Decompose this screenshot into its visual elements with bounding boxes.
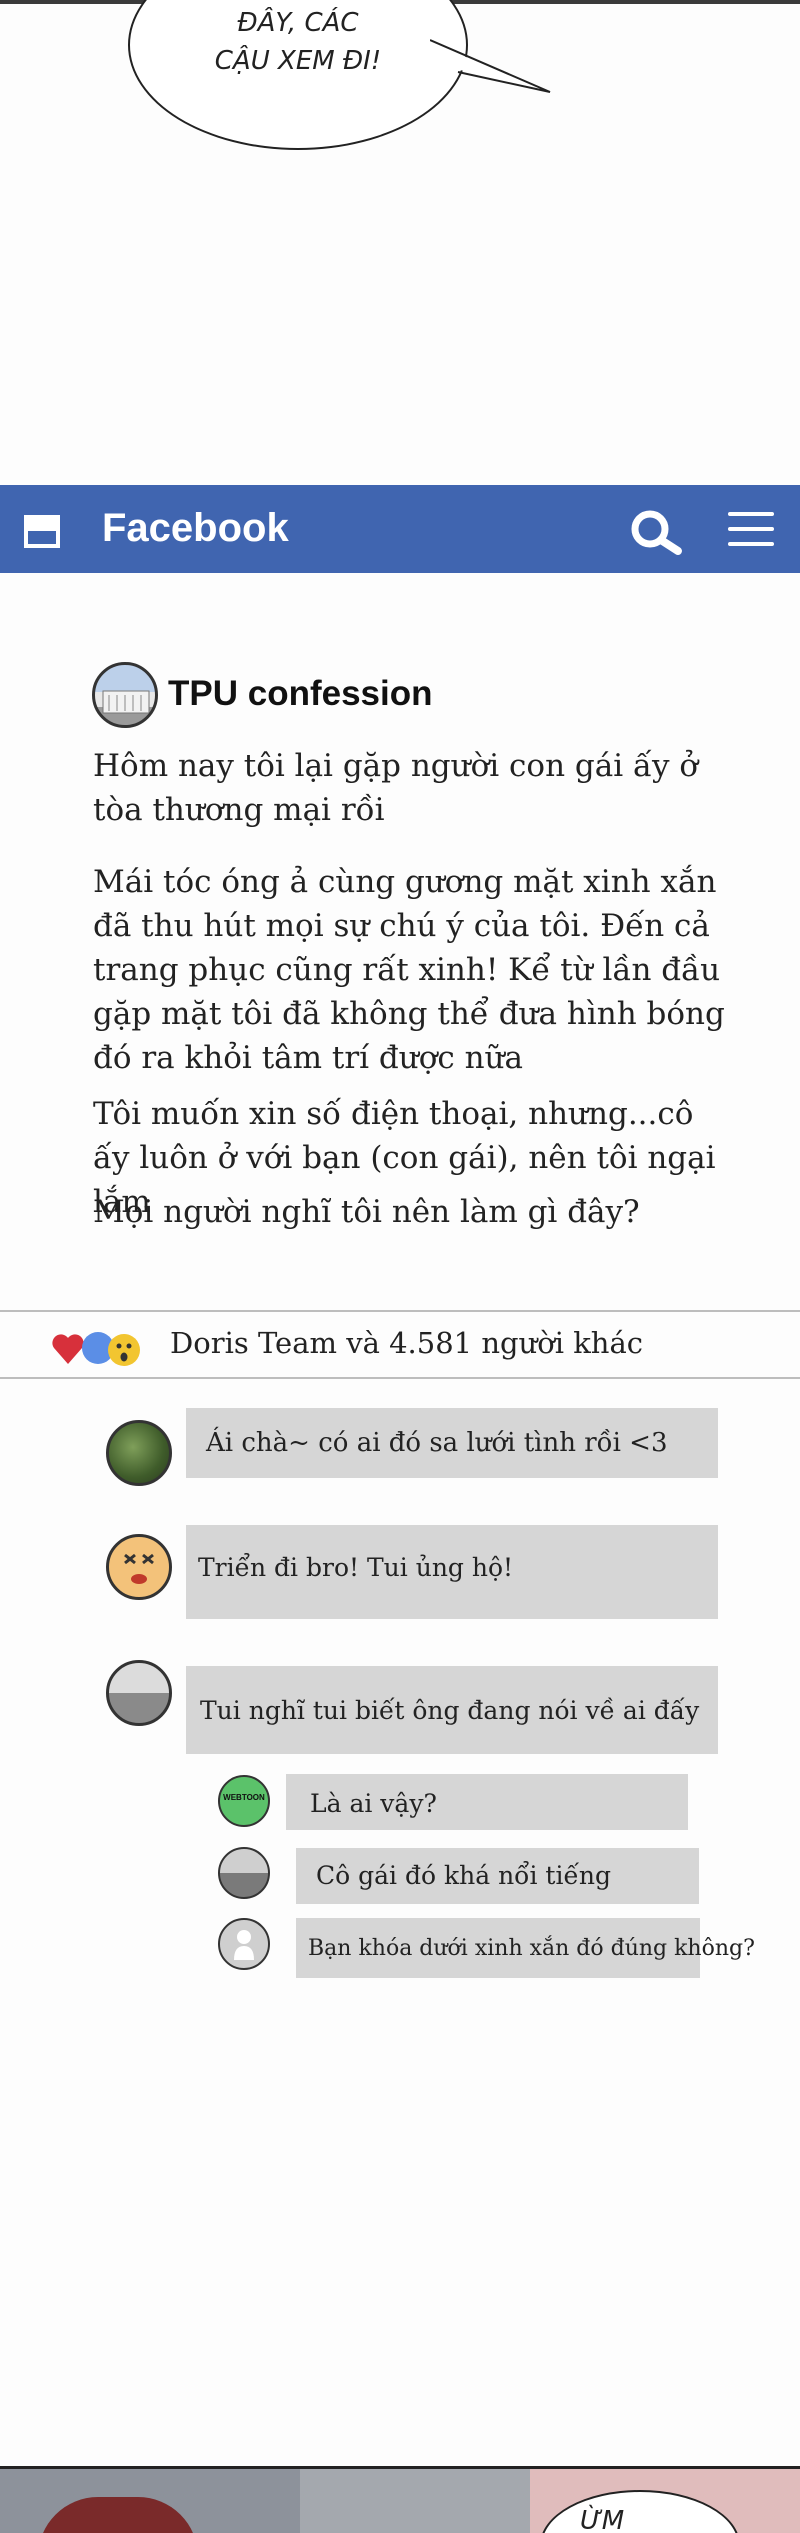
default-user-icon [234,1930,254,1960]
app-logo-icon[interactable] [24,515,60,548]
page-avatar[interactable] [92,662,158,728]
speech-line: CẬU XEM ĐI! [214,46,382,76]
heart-icon [52,1334,84,1364]
comment-text: Triển đi bro! Tui ủng hộ! [198,1553,514,1582]
post-author[interactable]: TPU confession [168,674,432,714]
commenter-avatar[interactable] [106,1420,172,1486]
dizzy-face-icon [124,1553,154,1584]
post-paragraph: Mọi người nghĩ tôi nên làm gì đây? [93,1194,640,1230]
reply-text: Cô gái đó khá nổi tiếng [316,1861,611,1890]
commenter-avatar[interactable] [106,1660,172,1726]
app-title: Facebook [102,506,289,550]
divider [0,1377,800,1379]
speech-bubble-text: ĐÂY, CÁC CẬU XEM ĐI! [128,4,468,80]
speech-bubble-text: ỪM [580,2506,625,2533]
reply-avatar[interactable] [218,1918,270,1970]
comment-text: Ái chà~ có ai đó sa lưới tình rồi <3 [206,1428,668,1458]
reply-avatar[interactable]: WEBTOON [218,1775,270,1827]
post-paragraph: Hôm nay tôi lại gặp người con gái ấy ở t… [93,748,699,828]
webtoon-logo-text: WEBTOON [223,1793,265,1802]
search-icon[interactable] [628,507,684,557]
speech-line: ĐÂY, CÁC [237,8,359,38]
commenter-avatar[interactable] [106,1534,172,1600]
reactions-icons[interactable] [50,1328,150,1368]
post-paragraph: Mái tóc óng ả cùng gương mặt xinh xắn đã… [93,864,725,1076]
menu-icon[interactable] [728,512,774,546]
facebook-header-bar: Facebook [0,485,800,573]
divider [0,1310,800,1312]
reply-text: Là ai vậy? [310,1789,437,1818]
likes-summary[interactable]: Doris Team và 4.581 người khác [170,1326,643,1360]
reply-text: Bạn khóa dưới xinh xắn đó đúng không? [308,1936,755,1961]
building-icon [102,690,150,714]
reply-avatar[interactable] [218,1847,270,1899]
comment-text: Tui nghĩ tui biết ông đang nói về ai đấy [200,1696,700,1725]
